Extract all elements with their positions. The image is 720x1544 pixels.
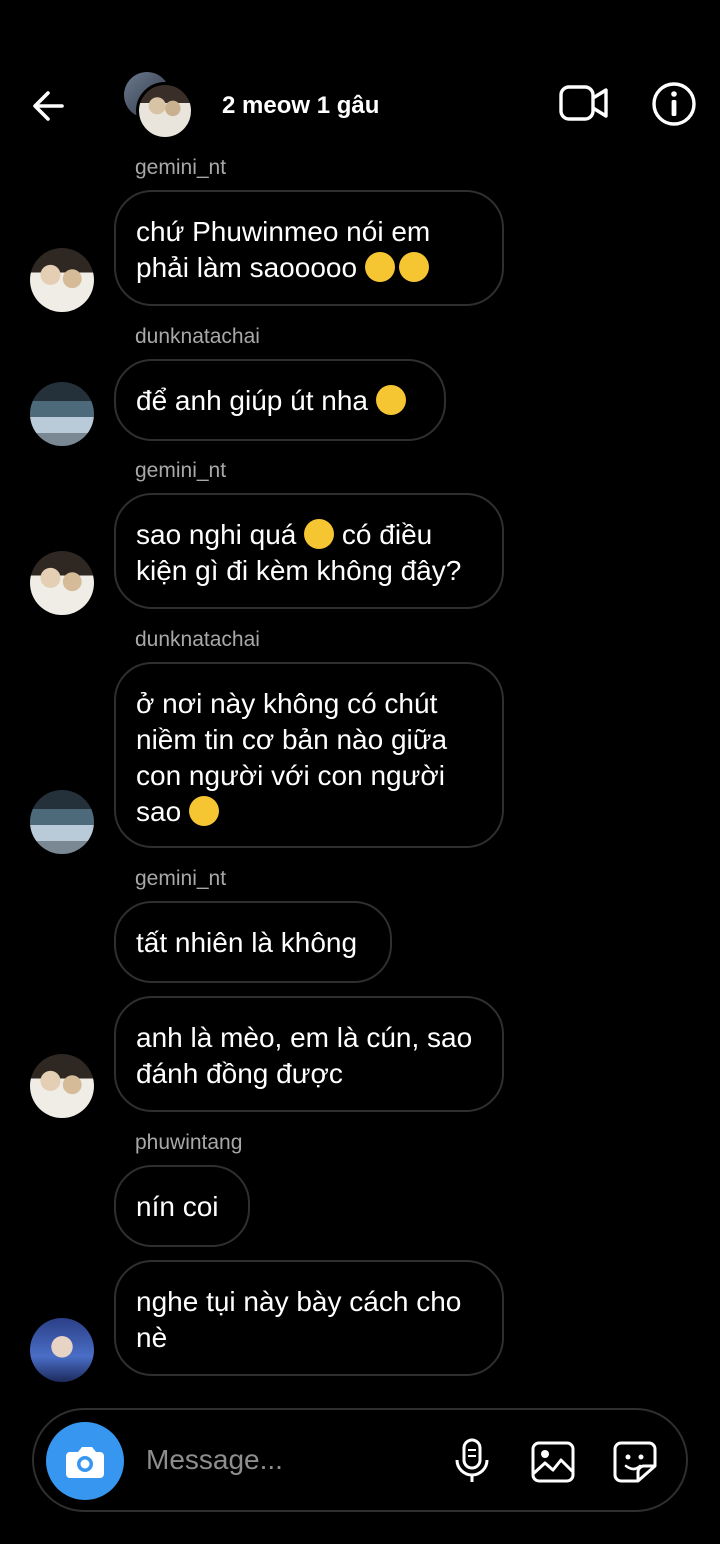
chat-header: 2 meow 1 gâu <box>0 0 720 150</box>
microphone-button[interactable] <box>452 1438 492 1484</box>
message-bubble[interactable]: chứ Phuwinmeo nói em phải làm saooooo <box>114 190 504 306</box>
crying-face-icon <box>364 252 395 282</box>
info-button[interactable] <box>650 80 698 128</box>
message-text: tất nhiên là không <box>136 927 358 958</box>
face-with-monocle-icon <box>304 519 335 549</box>
group-avatar[interactable] <box>124 72 194 140</box>
group-avatar-front <box>136 82 194 140</box>
message-text: anh là mèo, em là cún, sao đánh đồng đượ… <box>136 1022 473 1089</box>
smiling-face-with-hearts-icon <box>375 385 406 415</box>
avatar[interactable] <box>30 551 94 615</box>
message-text: nghe tụi này bày cách cho nè <box>136 1286 462 1353</box>
sticker-icon <box>613 1441 657 1483</box>
avatar[interactable] <box>30 248 94 312</box>
info-icon <box>652 82 696 126</box>
message-text: nín coi <box>136 1191 219 1222</box>
back-arrow-icon <box>33 91 64 121</box>
message-input[interactable] <box>146 1440 436 1480</box>
sender-name: dunknatachai <box>135 325 260 348</box>
microphone-icon <box>455 1438 489 1482</box>
camera-icon <box>66 1447 104 1478</box>
message-text: ở nơi này không có chút niềm tin cơ bản … <box>136 688 448 827</box>
sender-name: gemini_nt <box>135 459 227 482</box>
gallery-button[interactable] <box>530 1440 576 1484</box>
sender-name: dunknatachai <box>135 628 260 651</box>
video-call-icon <box>559 85 608 121</box>
message-bubble[interactable]: nghe tụi này bày cách cho nè <box>114 1260 504 1376</box>
camera-button[interactable] <box>46 1422 124 1500</box>
message-bubble[interactable]: anh là mèo, em là cún, sao đánh đồng đượ… <box>114 996 504 1112</box>
message-text: sao nghi quá <box>136 519 305 550</box>
message-bubble[interactable]: ở nơi này không có chút niềm tin cơ bản … <box>114 662 504 848</box>
message-composer <box>32 1408 688 1512</box>
avatar[interactable] <box>30 1054 94 1118</box>
video-call-button[interactable] <box>558 82 610 126</box>
message-text: để anh giúp út nha <box>136 385 376 416</box>
avatar[interactable] <box>30 1318 94 1382</box>
sticker-button[interactable] <box>612 1440 658 1484</box>
avatar[interactable] <box>30 382 94 446</box>
avatar[interactable] <box>30 790 94 854</box>
sender-name: gemini_nt <box>135 867 227 890</box>
crying-face-icon <box>398 252 429 282</box>
chat-title[interactable]: 2 meow 1 gâu <box>222 92 379 120</box>
sender-name: gemini_nt <box>135 156 227 179</box>
message-bubble[interactable]: để anh giúp út nha <box>114 359 446 441</box>
back-button[interactable] <box>28 84 72 128</box>
disappointed-face-icon <box>188 796 219 826</box>
gallery-icon <box>531 1441 575 1483</box>
message-bubble[interactable]: tất nhiên là không <box>114 901 392 983</box>
message-bubble[interactable]: sao nghi quá có điều kiện gì đi kèm khôn… <box>114 493 504 609</box>
sender-name: phuwintang <box>135 1131 243 1154</box>
message-bubble[interactable]: nín coi <box>114 1165 250 1247</box>
